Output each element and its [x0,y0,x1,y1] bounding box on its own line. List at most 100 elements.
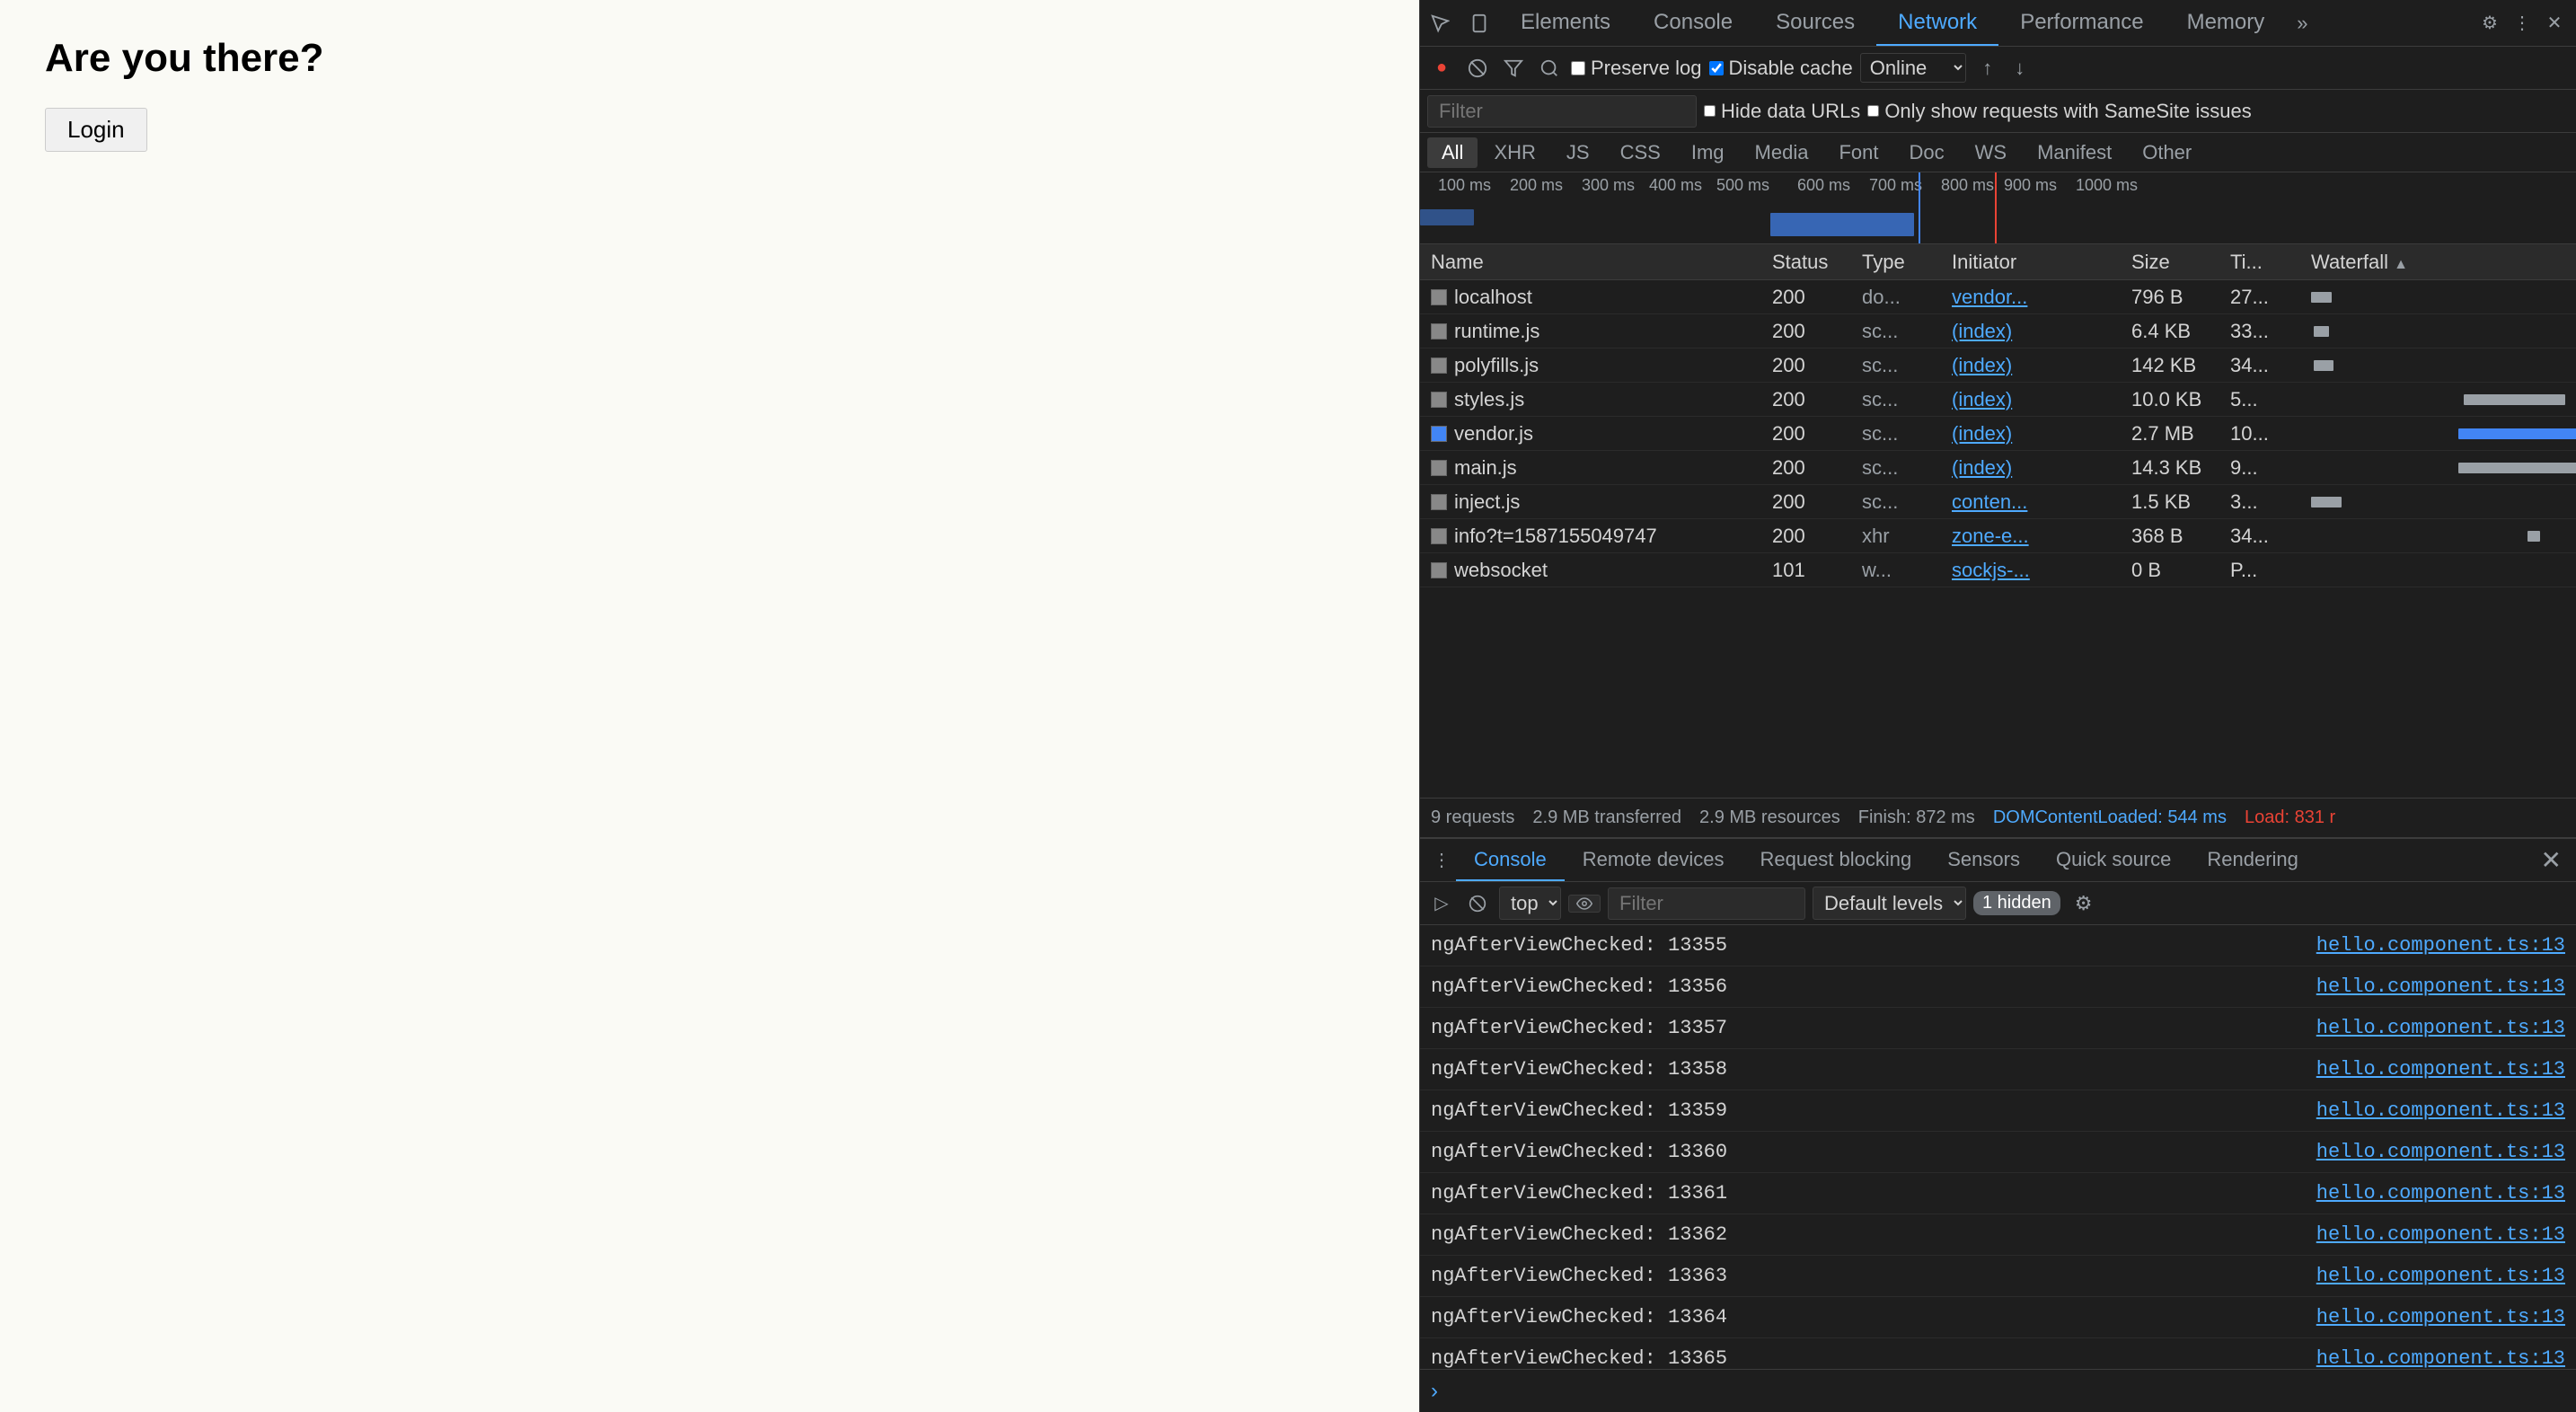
timeline-ruler: 100 ms 200 ms 300 ms 400 ms 500 ms 600 m… [1420,172,2576,198]
hide-data-urls-checkbox[interactable]: Hide data URLs [1704,100,1860,123]
tab-sources[interactable]: Sources [1754,0,1876,46]
resource-tab-media[interactable]: Media [1741,137,1823,168]
resource-tab-js[interactable]: JS [1552,137,1604,168]
more-tabs-button[interactable]: » [2286,0,2318,46]
drawer-tab-rendering[interactable]: Rendering [2189,839,2316,881]
table-row[interactable]: localhost 200 do... vendor... 796 B 27..… [1420,280,2576,314]
log-row[interactable]: ngAfterViewChecked: 13360 hello.componen… [1420,1132,2576,1173]
log-row[interactable]: ngAfterViewChecked: 13355 hello.componen… [1420,925,2576,966]
log-source[interactable]: hello.component.ts:13 [2316,1099,2565,1122]
upload-icon[interactable]: ↑ [1975,56,2000,81]
status-bar: 9 requests 2.9 MB transferred 2.9 MB res… [1420,798,2576,837]
log-source[interactable]: hello.component.ts:13 [2316,1058,2565,1081]
log-source[interactable]: hello.component.ts:13 [2316,975,2565,998]
log-source[interactable]: hello.component.ts:13 [2316,1265,2565,1287]
header-name[interactable]: Name [1420,251,1761,274]
context-select[interactable]: top [1499,887,1561,920]
header-time[interactable]: Ti... [2219,251,2300,274]
row-name: styles.js [1420,388,1761,411]
log-row[interactable]: ngAfterViewChecked: 13363 hello.componen… [1420,1256,2576,1297]
log-row[interactable]: ngAfterViewChecked: 13357 hello.componen… [1420,1008,2576,1049]
inspect-icon[interactable] [1424,7,1456,40]
drawer-tab-console[interactable]: Console [1456,839,1565,881]
filter-icon[interactable] [1499,54,1528,83]
table-row[interactable]: info?t=1587155049747 200 xhr zone-e... 3… [1420,519,2576,553]
log-row[interactable]: ngAfterViewChecked: 13359 hello.componen… [1420,1090,2576,1132]
log-source[interactable]: hello.component.ts:13 [2316,934,2565,957]
row-name: polyfills.js [1420,354,1761,377]
search-icon[interactable] [1535,54,1564,83]
console-input[interactable] [1445,1380,2565,1402]
tab-performance[interactable]: Performance [1998,0,2165,46]
table-row[interactable]: vendor.js 200 sc... (index) 2.7 MB 10... [1420,417,2576,451]
record-button[interactable]: ● [1427,54,1456,83]
filter-input[interactable] [1427,95,1697,128]
log-row[interactable]: ngAfterViewChecked: 13361 hello.componen… [1420,1173,2576,1214]
table-row[interactable]: polyfills.js 200 sc... (index) 142 KB 34… [1420,349,2576,383]
console-filter-input[interactable] [1608,887,1805,920]
settings-icon[interactable]: ⚙ [2475,9,2504,38]
tab-memory[interactable]: Memory [2166,0,2287,46]
drawer-tab-quick-source[interactable]: Quick source [2038,839,2189,881]
drawer-menu-icon[interactable]: ⋮ [1427,846,1456,875]
log-source[interactable]: hello.component.ts:13 [2316,1347,2565,1369]
table-row[interactable]: runtime.js 200 sc... (index) 6.4 KB 33..… [1420,314,2576,349]
throttle-select[interactable]: Online Offline Slow 3G Fast 3G [1860,53,1966,83]
header-waterfall[interactable]: Waterfall ▲ [2300,251,2576,274]
header-size[interactable]: Size [2121,251,2219,274]
table-row[interactable]: websocket 101 w... sockjs-... 0 B P... [1420,553,2576,587]
table-row[interactable]: styles.js 200 sc... (index) 10.0 KB 5... [1420,383,2576,417]
resource-tab-img[interactable]: Img [1677,137,1739,168]
tab-network[interactable]: Network [1876,0,1998,46]
log-source[interactable]: hello.component.ts:13 [2316,1306,2565,1328]
log-row[interactable]: ngAfterViewChecked: 13365 hello.componen… [1420,1338,2576,1369]
log-row[interactable]: ngAfterViewChecked: 13356 hello.componen… [1420,966,2576,1008]
table-row[interactable]: inject.js 200 sc... conten... 1.5 KB 3..… [1420,485,2576,519]
console-clear-icon[interactable] [1463,889,1492,918]
only-samesite-checkbox[interactable]: Only show requests with SameSite issues [1867,100,2251,123]
drawer-tab-remote-devices[interactable]: Remote devices [1565,839,1742,881]
clear-button[interactable] [1463,54,1492,83]
log-source[interactable]: hello.component.ts:13 [2316,1017,2565,1039]
download-icon[interactable]: ↓ [2007,56,2033,81]
log-row[interactable]: ngAfterViewChecked: 13362 hello.componen… [1420,1214,2576,1256]
drawer-close-button[interactable]: ✕ [2534,845,2569,875]
resource-tab-ws[interactable]: WS [1961,137,2021,168]
resource-tab-xhr[interactable]: XHR [1479,137,1549,168]
log-row[interactable]: ngAfterViewChecked: 13358 hello.componen… [1420,1049,2576,1090]
tab-elements[interactable]: Elements [1499,0,1632,46]
row-type: sc... [1851,320,1941,343]
hidden-count-badge[interactable]: 1 hidden [1973,891,2060,915]
console-execute-icon[interactable]: ▷ [1427,889,1456,918]
header-initiator[interactable]: Initiator [1941,251,2121,274]
disable-cache-checkbox[interactable]: Disable cache [1709,57,1853,80]
resource-tab-all[interactable]: All [1427,137,1478,168]
header-type[interactable]: Type [1851,251,1941,274]
options-icon[interactable]: ⋮ [2508,9,2536,38]
header-status[interactable]: Status [1761,251,1851,274]
resource-tab-other[interactable]: Other [2128,137,2206,168]
row-waterfall [2300,560,2576,581]
resource-tab-font[interactable]: Font [1824,137,1892,168]
console-settings-icon[interactable]: ⚙ [2068,892,2100,915]
console-levels-select[interactable]: Default levels Verbose Info Warnings Err… [1813,887,1966,920]
login-button[interactable]: Login [45,108,147,152]
tab-console[interactable]: Console [1632,0,1754,46]
resource-tab-manifest[interactable]: Manifest [2023,137,2126,168]
drawer-tab-sensors[interactable]: Sensors [1929,839,2038,881]
resource-tab-css[interactable]: CSS [1606,137,1675,168]
log-source[interactable]: hello.component.ts:13 [2316,1223,2565,1246]
drawer-tab-request-blocking[interactable]: Request blocking [1742,839,1929,881]
resource-tab-doc[interactable]: Doc [1894,137,1958,168]
log-row[interactable]: ngAfterViewChecked: 13364 hello.componen… [1420,1297,2576,1338]
log-source[interactable]: hello.component.ts:13 [2316,1141,2565,1163]
eye-icon[interactable] [1568,895,1601,913]
row-waterfall [2300,525,2576,547]
preserve-log-checkbox[interactable]: Preserve log [1571,57,1702,80]
log-source[interactable]: hello.component.ts:13 [2316,1182,2565,1205]
device-toggle-icon[interactable] [1463,7,1495,40]
timeline-area[interactable]: 100 ms 200 ms 300 ms 400 ms 500 ms 600 m… [1420,172,2576,244]
filter-bar: Hide data URLs Only show requests with S… [1420,90,2576,133]
table-row[interactable]: main.js 200 sc... (index) 14.3 KB 9... [1420,451,2576,485]
close-devtools-icon[interactable]: ✕ [2540,9,2569,38]
